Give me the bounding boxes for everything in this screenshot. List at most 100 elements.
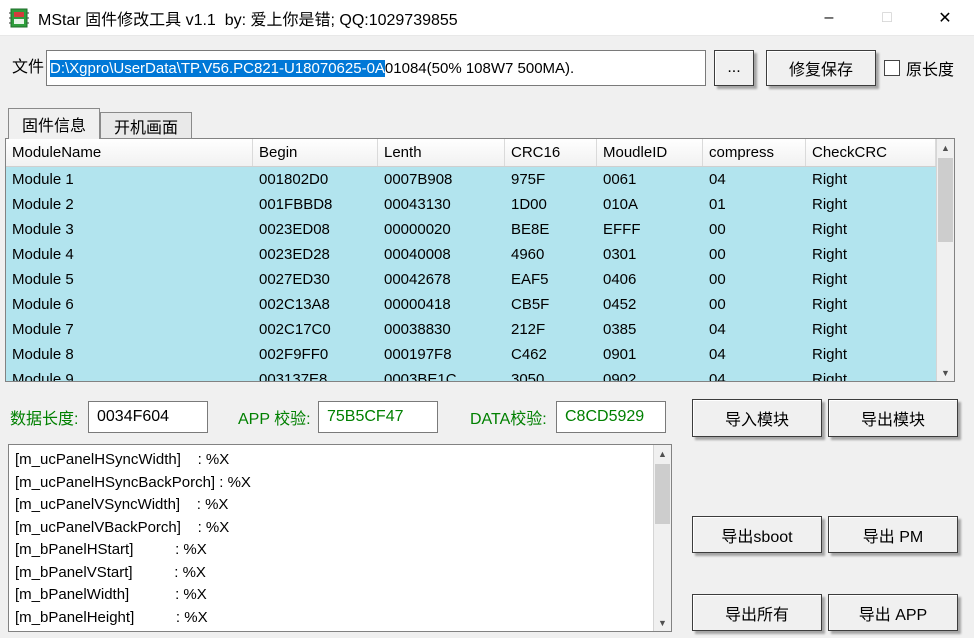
app-check-value[interactable]: 75B5CF47 — [318, 401, 438, 433]
export-module-button[interactable]: 导出模块 — [828, 399, 958, 437]
table-scroll-thumb[interactable] — [938, 158, 953, 242]
table-cell: C462 — [505, 342, 597, 367]
table-cell: 00 — [703, 242, 806, 267]
table-row[interactable]: Module 30023ED0800000020BE8EEFFF00Right — [6, 217, 936, 242]
tab-firmware-info[interactable]: 固件信息 — [8, 108, 100, 139]
table-cell: Right — [806, 167, 936, 192]
table-cell: 212F — [505, 317, 597, 342]
table-cell: 00042678 — [378, 267, 505, 292]
log-lines[interactable]: [m_ucPanelHSyncWidth] : %X[m_ucPanelHSyn… — [9, 445, 653, 631]
table-cell: 00000020 — [378, 217, 505, 242]
table-row[interactable]: Module 40023ED28000400084960030100Right — [6, 242, 936, 267]
log-line: [m_bPanelWidth] : %X — [15, 584, 653, 607]
original-length-label: 原长度 — [906, 56, 954, 80]
browse-button[interactable]: ... — [714, 50, 754, 86]
log-scroll-up-button[interactable]: ▲ — [654, 445, 671, 462]
table-row[interactable]: Module 9003137E80003BE1C3050090204Right — [6, 367, 936, 381]
table-cell: 0902 — [597, 367, 703, 381]
header-cell-compress[interactable]: compress — [703, 139, 806, 166]
table-cell: 00040008 — [378, 242, 505, 267]
table-cell: EAF5 — [505, 267, 597, 292]
table-cell: 04 — [703, 317, 806, 342]
table-cell: 00043130 — [378, 192, 505, 217]
table-cell: 0003BE1C — [378, 367, 505, 381]
log-scroll-thumb[interactable] — [655, 464, 670, 524]
table-cell: 0023ED08 — [253, 217, 378, 242]
table-cell: 010A — [597, 192, 703, 217]
file-label: 文件 — [12, 53, 44, 83]
table-cell: Right — [806, 217, 936, 242]
table-cell: Module 9 — [6, 367, 253, 381]
header-cell-checkcrc[interactable]: CheckCRC — [806, 139, 936, 166]
export-app-button[interactable]: 导出 APP — [828, 594, 958, 631]
header-cell-moudleid[interactable]: MoudleID — [597, 139, 703, 166]
table-row[interactable]: Module 2001FBBD8000431301D00010A01Right — [6, 192, 936, 217]
header-cell-crc16[interactable]: CRC16 — [505, 139, 597, 166]
table-cell: 0007B908 — [378, 167, 505, 192]
table-cell: Right — [806, 192, 936, 217]
file-path-input[interactable]: D:\Xgpro\UserData\TP.V56.PC821-U18070625… — [46, 50, 706, 86]
table-cell: 0301 — [597, 242, 703, 267]
module-table-body: Module 1001802D00007B908975F006104RightM… — [6, 167, 936, 381]
module-table-main: ModuleName Begin Lenth CRC16 MoudleID co… — [6, 139, 936, 381]
table-cell: BE8E — [505, 217, 597, 242]
log-line: [m_ucPanelVBackPorch] : %X — [15, 517, 653, 540]
table-cell: 002C13A8 — [253, 292, 378, 317]
header-cell-lenth[interactable]: Lenth — [378, 139, 505, 166]
table-cell: Right — [806, 292, 936, 317]
data-length-value[interactable]: 0034F604 — [88, 401, 208, 433]
log-vscroll[interactable]: ▲ ▼ — [653, 445, 671, 631]
log-line: [m_bPanelHeight] : %X — [15, 607, 653, 630]
header-cell-modulename[interactable]: ModuleName — [6, 139, 253, 166]
table-row[interactable]: Module 50027ED3000042678EAF5040600Right — [6, 267, 936, 292]
table-cell: Right — [806, 242, 936, 267]
table-cell: 00000418 — [378, 292, 505, 317]
checkbox-box[interactable] — [884, 60, 900, 76]
data-length-label: 数据长度: — [10, 396, 78, 438]
table-cell: 01 — [703, 192, 806, 217]
table-header: ModuleName Begin Lenth CRC16 MoudleID co… — [6, 139, 936, 167]
table-cell: 4960 — [505, 242, 597, 267]
import-module-button[interactable]: 导入模块 — [692, 399, 822, 437]
table-scroll-track[interactable] — [937, 156, 954, 364]
titlebar: MStar 固件修改工具 v1.1 by: 爱上你是错; QQ:10297398… — [0, 0, 974, 36]
log-scroll-track[interactable] — [654, 462, 671, 614]
table-scroll-up-button[interactable]: ▲ — [937, 139, 954, 156]
table-cell: 00 — [703, 217, 806, 242]
table-cell: Module 3 — [6, 217, 253, 242]
table-vscroll[interactable]: ▲ ▼ — [936, 139, 954, 381]
export-pm-button[interactable]: 导出 PM — [828, 516, 958, 553]
app-icon — [8, 7, 30, 29]
original-length-checkbox[interactable]: 原长度 — [884, 50, 954, 86]
table-cell: Right — [806, 367, 936, 381]
maximize-button[interactable]: □ — [858, 0, 916, 35]
table-cell: 002C17C0 — [253, 317, 378, 342]
table-cell: 0406 — [597, 267, 703, 292]
log-scroll-down-button[interactable]: ▼ — [654, 614, 671, 631]
table-cell: Module 1 — [6, 167, 253, 192]
table-cell: Right — [806, 342, 936, 367]
minimize-button[interactable]: – — [800, 0, 858, 35]
header-cell-begin[interactable]: Begin — [253, 139, 378, 166]
table-cell: 001802D0 — [253, 167, 378, 192]
table-cell: 0385 — [597, 317, 703, 342]
table-cell: 3050 — [505, 367, 597, 381]
table-cell: CB5F — [505, 292, 597, 317]
export-sboot-button[interactable]: 导出sboot — [692, 516, 822, 553]
table-row[interactable]: Module 8002F9FF0000197F8C462090104Right — [6, 342, 936, 367]
table-row[interactable]: Module 1001802D00007B908975F006104Right — [6, 167, 936, 192]
repair-save-button[interactable]: 修复保存 — [766, 50, 876, 86]
export-all-button[interactable]: 导出所有 — [692, 594, 822, 631]
table-row[interactable]: Module 7002C17C000038830212F038504Right — [6, 317, 936, 342]
table-row[interactable]: Module 6002C13A800000418CB5F045200Right — [6, 292, 936, 317]
log-line: [m_ucPanelHSyncWidth] : %X — [15, 449, 653, 472]
tab-boot-screen[interactable]: 开机画面 — [100, 112, 192, 139]
data-check-value[interactable]: C8CD5929 — [556, 401, 666, 433]
close-button[interactable]: ✕ — [916, 0, 974, 35]
table-cell: EFFF — [597, 217, 703, 242]
table-cell: 1D00 — [505, 192, 597, 217]
window-title: MStar 固件修改工具 v1.1 by: 爱上你是错; QQ:10297398… — [38, 6, 458, 30]
log-line: [m_bPanelHStart] : %X — [15, 539, 653, 562]
table-scroll-down-button[interactable]: ▼ — [937, 364, 954, 381]
table-cell: 00038830 — [378, 317, 505, 342]
